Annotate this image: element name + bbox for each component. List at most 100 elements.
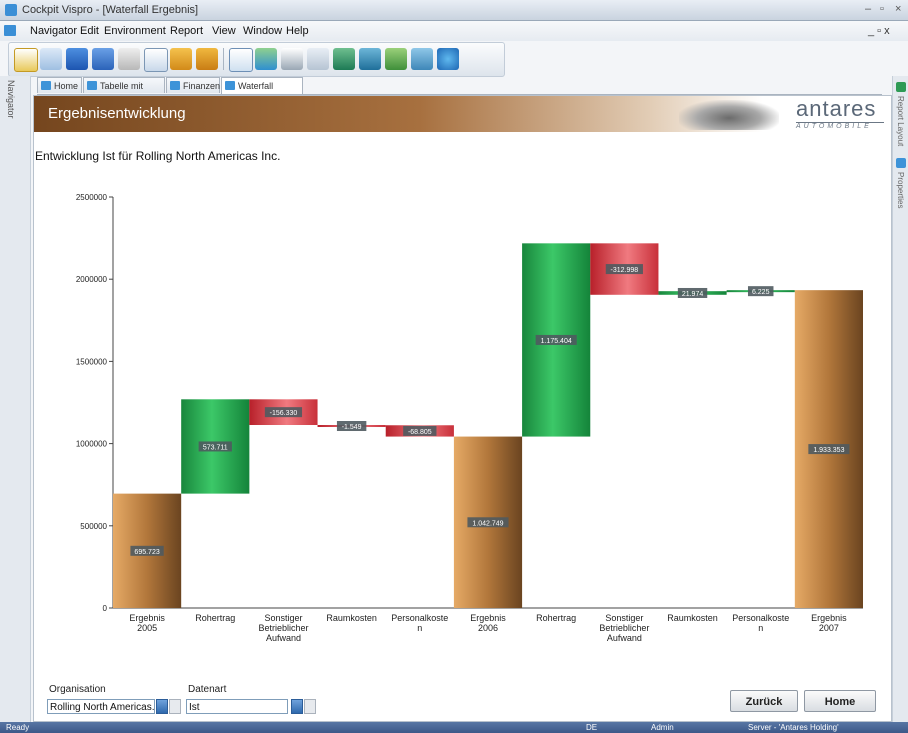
toolbar-separator xyxy=(223,48,224,70)
menu-report[interactable]: Report xyxy=(170,25,203,37)
save-icon[interactable] xyxy=(66,48,88,70)
value-label: 21.974 xyxy=(682,291,704,298)
new-document-icon[interactable] xyxy=(14,48,38,72)
category-label: Rohertrag xyxy=(536,613,576,623)
category-label: Raumkosten xyxy=(667,613,718,623)
datenart-spinner-icon[interactable] xyxy=(291,699,303,714)
category-label: Aufwand xyxy=(266,633,301,643)
category-label: n xyxy=(417,623,422,633)
banner-title: Ergebnisentwicklung xyxy=(48,105,186,122)
organisation-field[interactable]: Rolling North Americas... xyxy=(47,699,155,714)
report-banner: Ergebnisentwicklung antares AUTOMOBILE xyxy=(34,96,891,132)
back-button[interactable]: Zurück xyxy=(730,690,798,712)
menu-environment[interactable]: Environment xyxy=(104,25,166,37)
value-label: -312.998 xyxy=(611,267,639,274)
y-tick-label: 500000 xyxy=(80,522,107,531)
category-label: Sonstiger xyxy=(605,613,643,623)
y-tick-label: 1000000 xyxy=(76,440,108,449)
minimize-icon[interactable]: – xyxy=(865,3,871,15)
tab-finanzen[interactable]: Finanzen xyxy=(166,77,220,93)
value-label: -1.549 xyxy=(342,424,362,431)
chart-view-icon[interactable] xyxy=(359,48,381,70)
menu-edit[interactable]: Edit xyxy=(80,25,99,37)
value-label: 6.225 xyxy=(752,289,770,296)
status-bar: Ready DE Admin Server - 'Antares Holding… xyxy=(0,722,908,733)
package-icon[interactable] xyxy=(170,48,192,70)
waterfall-chart: 0 500000 1000000 1500000 2000000 2500000 695.7… xyxy=(76,193,863,643)
properties-label: Properties xyxy=(896,172,905,209)
y-tick-label: 1500000 xyxy=(76,357,108,366)
report-layout-icon[interactable] xyxy=(896,82,906,92)
close-icon[interactable]: × xyxy=(895,3,901,15)
category-label: n xyxy=(758,623,763,633)
category-label: Sonstiger xyxy=(264,613,302,623)
organisation-label: Organisation xyxy=(49,684,106,695)
category-label: 2005 xyxy=(137,623,157,633)
organisation-filter-icon[interactable] xyxy=(169,699,181,714)
brand-logo: antares xyxy=(796,96,877,121)
status-ready: Ready xyxy=(6,723,30,732)
reload-icon[interactable] xyxy=(437,48,459,70)
tab-home[interactable]: Home xyxy=(37,77,82,93)
tab-tabelle-mit-ampeln[interactable]: Tabelle mit Ampeln xyxy=(83,77,165,107)
maximize-icon[interactable]: ▫ xyxy=(880,3,884,15)
y-tick-label: 2000000 xyxy=(76,275,108,284)
mdi-controls[interactable]: _ ▫ x xyxy=(868,25,890,37)
properties-panel[interactable]: Report Layout Properties xyxy=(892,76,908,722)
window-title: Cockpit Vispro - [Waterfall Ergebnis] xyxy=(22,4,199,16)
document-tabs: Home Tabelle mit Ampeln Finanzen Waterfa… xyxy=(37,77,882,107)
datenart-filter-icon[interactable] xyxy=(304,699,316,714)
open-icon[interactable] xyxy=(40,48,62,70)
tab-report-icon xyxy=(87,81,97,90)
home-button[interactable]: Home xyxy=(804,690,876,712)
value-label: 1.042.749 xyxy=(472,520,503,527)
layout-icon[interactable] xyxy=(411,48,433,70)
category-label: 2006 xyxy=(478,623,498,633)
refresh-data-icon[interactable] xyxy=(255,48,277,70)
organisation-spinner-icon[interactable] xyxy=(156,699,168,714)
category-label: Ergebnis xyxy=(811,613,847,623)
category-label: 2007 xyxy=(819,623,839,633)
toolbar xyxy=(8,42,505,77)
edit-report-icon[interactable] xyxy=(229,48,253,72)
value-label: -156.330 xyxy=(270,410,298,417)
clear-filter-icon[interactable] xyxy=(307,48,329,70)
mdi-doc-icon xyxy=(4,25,16,36)
print-icon[interactable] xyxy=(118,48,140,70)
category-label: Personalkoste xyxy=(391,613,448,623)
datenart-label: Datenart xyxy=(188,684,227,695)
tab-report-icon xyxy=(225,81,235,90)
navigator-panel[interactable]: Navigator xyxy=(0,76,31,722)
tab-report-icon xyxy=(170,81,180,90)
category-label: Ergebnis xyxy=(470,613,506,623)
title-bar: Cockpit Vispro - [Waterfall Ergebnis] – … xyxy=(0,0,908,21)
value-label: 695.723 xyxy=(134,549,159,556)
status-server: Server - 'Antares Holding' xyxy=(748,723,839,732)
category-label: Personalkoste xyxy=(732,613,789,623)
grid-view-icon[interactable] xyxy=(333,48,355,70)
status-user: Admin xyxy=(651,723,674,732)
status-language: DE xyxy=(586,723,598,732)
print-preview-icon[interactable] xyxy=(144,48,168,72)
properties-icon[interactable] xyxy=(896,158,906,168)
datenart-field[interactable]: Ist xyxy=(186,699,288,714)
menu-window[interactable]: Window xyxy=(243,25,282,37)
filter-icon[interactable] xyxy=(281,48,303,70)
value-label: -68.805 xyxy=(408,429,432,436)
pivot-icon[interactable] xyxy=(385,48,407,70)
app-icon xyxy=(5,4,17,16)
category-label: Betrieblicher xyxy=(599,623,649,633)
brand-subtitle: AUTOMOBILE xyxy=(796,122,884,130)
y-tick-label: 0 xyxy=(103,604,108,613)
car-image xyxy=(679,100,779,130)
category-label: Aufwand xyxy=(607,633,642,643)
value-label: 573.711 xyxy=(203,444,228,451)
menu-navigator[interactable]: Navigator xyxy=(30,25,77,37)
save-all-icon[interactable] xyxy=(92,48,114,70)
tab-waterfall-ergebnis[interactable]: Waterfall Ergebnis xyxy=(221,77,303,107)
category-label: Betrieblicher xyxy=(258,623,308,633)
menu-view[interactable]: View xyxy=(212,25,236,37)
export-icon[interactable] xyxy=(196,48,218,70)
value-label: 1.175.404 xyxy=(541,338,572,345)
menu-help[interactable]: Help xyxy=(286,25,309,37)
